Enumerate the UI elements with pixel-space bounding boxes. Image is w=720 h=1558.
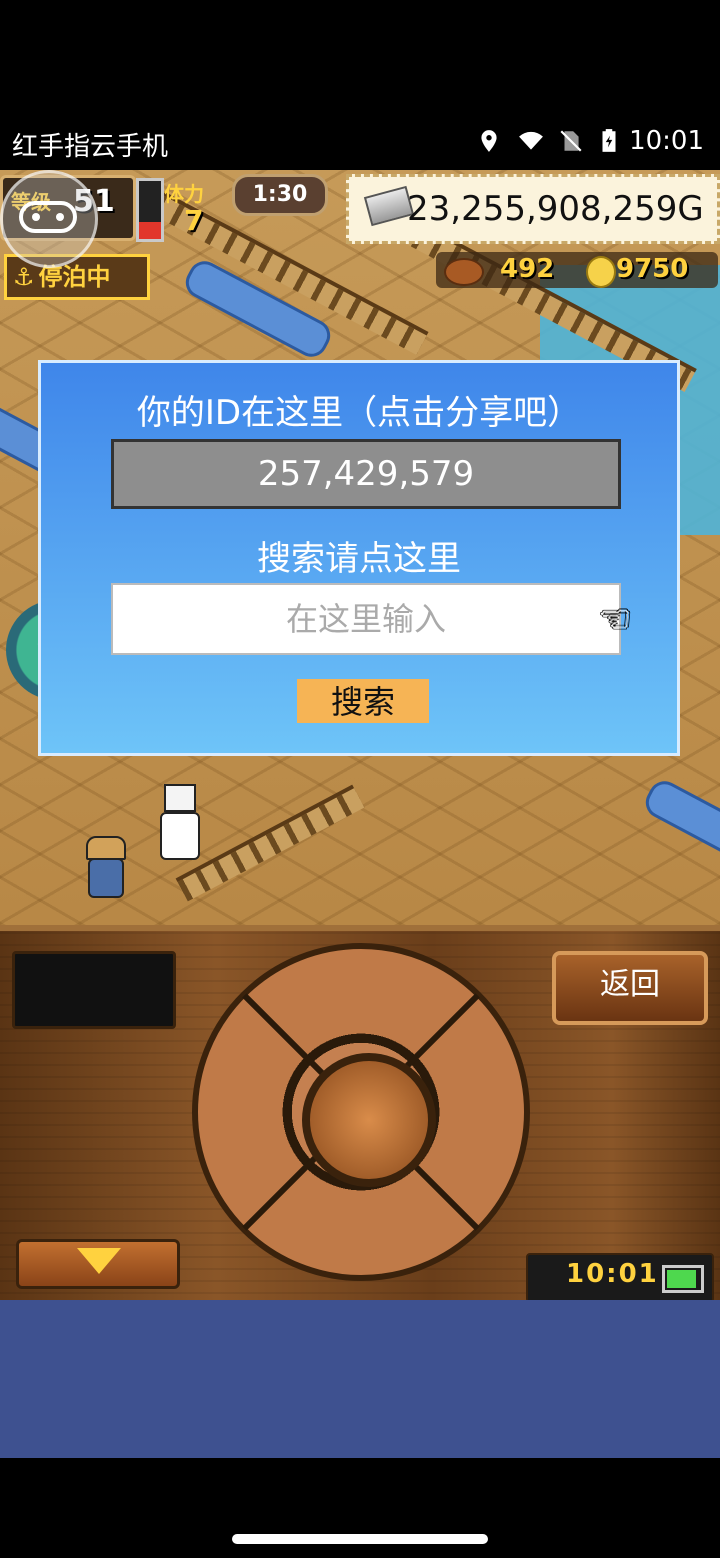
stamina-label: 体力 [164,182,204,206]
stamina-fill [139,221,161,239]
status-time: 10:01 [629,126,704,156]
dialog-title: 你的ID在这里（点击分享吧） [136,393,582,433]
friend-search-dialog: 你的ID在这里（点击分享吧） 257,429,579 搜索请点这里 ☜ 搜索 [38,360,680,756]
control-panel: 返回 10:01 [0,925,720,1306]
gamepad-overlay-button[interactable] [0,170,98,268]
sailor-hat [86,836,126,860]
panel-clock-display: 10:01 [526,1253,714,1303]
battery-icon [662,1265,704,1293]
direction-pad[interactable] [192,943,530,1281]
fish-icon [444,258,484,286]
search-button[interactable]: 搜索 [297,679,429,723]
menu-toggle-button[interactable] [16,1239,180,1289]
cannon[interactable] [640,775,720,883]
gold-panel: 23,255,908,259G [346,174,720,244]
resource-bar: 492 9750 [436,252,718,288]
carrier-name: 红手指云手机 [12,132,169,162]
sailor-character[interactable] [82,836,126,898]
chef-hat [164,784,196,812]
battery-charging-icon [602,129,616,152]
mini-screen [12,951,176,1029]
wifi-icon [519,131,543,150]
medal-count: 9750 [616,254,689,284]
chef-body [160,812,200,860]
home-indicator[interactable] [232,1534,488,1544]
panel-clock: 10:01 [566,1259,659,1289]
player-id-field[interactable]: 257,429,579 [111,439,621,509]
medal-icon [586,256,616,288]
anchor-icon: ⚓ [13,263,35,291]
bottom-blank-area [0,1300,720,1458]
search-label: 搜索请点这里 [257,539,461,579]
location-icon [481,130,497,152]
stamina-timer: 1:30 [232,174,328,216]
dpad-center-button[interactable] [302,1053,436,1187]
stamina-panel: 体力 7 [162,176,232,237]
chef-character[interactable] [158,784,200,860]
gamepad-icon [19,201,77,233]
status-bar: 红手指云手机 10:01 [0,110,720,170]
search-input[interactable] [111,583,621,655]
pointing-hand-icon: ☜ [599,599,632,640]
battery-fill [667,1270,696,1288]
gold-amount: 23,255,908,259G [407,189,704,229]
stamina-bar [136,178,164,242]
sailor-body [88,858,124,898]
back-button[interactable]: 返回 [552,951,708,1025]
deck-railing [175,784,365,902]
fish-count: 492 [500,254,555,284]
down-arrow-icon [77,1248,121,1274]
stamina-value: 7 [184,204,204,237]
no-sim-icon [560,130,582,152]
